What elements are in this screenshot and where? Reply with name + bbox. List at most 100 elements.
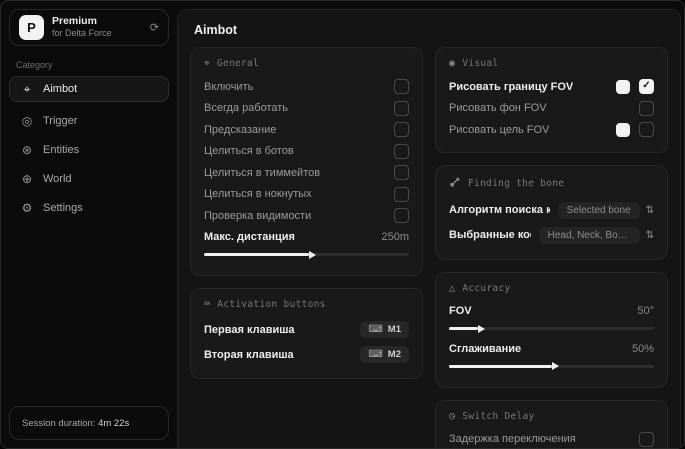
- keybind-label: Вторая клавиша: [204, 348, 294, 361]
- checkbox-checked[interactable]: ✓: [639, 79, 654, 95]
- checkbox[interactable]: [639, 122, 654, 138]
- checkbox[interactable]: [394, 143, 409, 159]
- smoothing-row: Сглаживание 50%: [449, 338, 654, 360]
- target-icon: ⌖: [204, 58, 210, 69]
- selected-bones-dropdown[interactable]: Head, Neck, Body, Pe...: [538, 226, 640, 244]
- fov-row: FOV 50°: [449, 301, 654, 323]
- slider-label: Макс. дистанция: [204, 231, 295, 244]
- keyboard-icon: ⌨: [204, 299, 211, 310]
- first-key-row: Первая клавиша ⌨ M1: [204, 317, 409, 342]
- panel-activation-buttons: ⌨ Activation buttons Первая клавиша ⌨ M1…: [190, 288, 423, 379]
- toggle-label: Целиться в ботов: [204, 145, 294, 158]
- eye-icon: ◉: [449, 58, 456, 69]
- refresh-icon[interactable]: ⟳: [150, 21, 159, 34]
- checkbox[interactable]: [394, 186, 409, 202]
- checkbox[interactable]: [394, 122, 409, 138]
- checkbox[interactable]: [394, 165, 409, 181]
- crosshair-icon: ⌖: [23, 81, 31, 96]
- toggle-label: Рисовать фон FOV: [449, 102, 547, 115]
- sidebar-item-label: Aimbot: [43, 83, 78, 95]
- trigger-icon: ◎: [21, 114, 33, 128]
- second-key-row: Вторая клавиша ⌨ M2: [204, 342, 409, 367]
- keybind-value: M1: [387, 324, 401, 335]
- panel-switch-delay: ◷ Switch Delay Задержка переключения Зад…: [435, 399, 668, 448]
- checkbox[interactable]: [639, 431, 654, 447]
- toggle-label: Проверка видимости: [204, 209, 312, 222]
- sidebar-item-entities[interactable]: ⊛ Entities: [9, 137, 169, 163]
- checkbox[interactable]: [394, 100, 409, 116]
- smoothing-slider[interactable]: [449, 364, 654, 368]
- sidebar: P Premium for Delta Force ⟳ Category ⌖ A…: [1, 1, 177, 448]
- slider-value: 50%: [631, 342, 654, 355]
- keyboard-icon: ⌨: [368, 348, 383, 360]
- category-label: Category: [16, 60, 53, 70]
- slider-fill: [204, 253, 309, 256]
- color-swatch[interactable]: [616, 79, 630, 94]
- slider-fill: [449, 327, 478, 330]
- globe-icon: ⊕: [21, 172, 33, 186]
- dropdown-label: Выбранные кос: [449, 229, 531, 241]
- entities-icon: ⊛: [21, 143, 33, 157]
- select-arrows-icon[interactable]: ⇅: [646, 205, 654, 216]
- toggle-label: Всегда работать: [204, 102, 289, 115]
- brand-card: P Premium for Delta Force ⟳: [9, 9, 169, 46]
- brand-title: Premium: [52, 15, 97, 28]
- toggle-row-target-bots: Целиться в ботов: [204, 141, 409, 163]
- bone-icon: [449, 176, 461, 191]
- app-window: P Premium for Delta Force ⟳ Category ⌖ A…: [0, 0, 685, 449]
- fov-slider[interactable]: [449, 327, 654, 330]
- slider-fill: [449, 364, 552, 368]
- panel-general: ⌖ General Включить Всегда работать Предс…: [190, 47, 423, 276]
- slider-label: Сглаживание: [449, 342, 522, 355]
- sidebar-item-trigger[interactable]: ◎ Trigger: [9, 108, 169, 134]
- brand-subtitle: for Delta Force: [52, 28, 112, 39]
- sidebar-item-world[interactable]: ⊕ World: [9, 166, 169, 192]
- bone-algorithm-dropdown[interactable]: Selected bone: [557, 201, 640, 219]
- gear-icon: ⚙: [21, 201, 33, 215]
- checkbox[interactable]: [639, 100, 654, 116]
- select-arrows-icon[interactable]: ⇅: [646, 230, 654, 241]
- panel-title: General: [216, 58, 260, 69]
- first-key-button[interactable]: ⌨ M1: [360, 321, 409, 338]
- slider-value: 250m: [381, 231, 409, 244]
- sidebar-item-aimbot[interactable]: ⌖ Aimbot: [9, 76, 169, 102]
- panel-visual: ◉ Visual Рисовать границу FOV ✓ Рисовать…: [435, 47, 668, 153]
- keybind-value: M2: [387, 349, 401, 360]
- session-value: 4m 22s: [98, 418, 130, 429]
- main-content: Aimbot ⌖ General Включить Всегда работат…: [177, 9, 681, 448]
- slider-label: FOV: [449, 305, 472, 318]
- toggle-label: Рисовать цель FOV: [449, 123, 550, 136]
- color-swatch[interactable]: [616, 122, 630, 137]
- panel-title: Activation buttons: [217, 299, 326, 310]
- toggle-row-enable: Включить: [204, 76, 409, 98]
- selected-bones-row: Выбранные кос Head, Neck, Body, Pe... ⇅: [449, 223, 654, 248]
- toggle-label: Целиться в тиммейтов: [204, 166, 321, 179]
- dropdown-label: Алгоритм поиска кост: [449, 204, 550, 216]
- session-duration: Session duration: 4m 22s: [9, 406, 169, 440]
- slider-value: 50°: [637, 305, 654, 318]
- toggle-row-target-knocked: Целиться в нокнутых: [204, 184, 409, 206]
- max-distance-row: Макс. дистанция 250m: [204, 227, 409, 249]
- draw-fov-background-row: Рисовать фон FOV: [449, 98, 654, 120]
- panel-title: Accuracy: [462, 282, 511, 294]
- triangle-icon: △: [449, 282, 456, 294]
- toggle-label: Предсказание: [204, 123, 277, 136]
- stopwatch-icon: ◷: [449, 410, 456, 422]
- checkbox[interactable]: [394, 208, 409, 224]
- keybind-label: Первая клавиша: [204, 323, 295, 336]
- sidebar-item-label: World: [43, 173, 72, 185]
- panel-finding-the-bone: Finding the bone Алгоритм поиска кост Se…: [435, 164, 668, 260]
- panel-title: Switch Delay: [462, 410, 535, 422]
- panel-accuracy: △ Accuracy FOV 50° Сглаживание 50%: [435, 271, 668, 388]
- sidebar-nav: ⌖ Aimbot ◎ Trigger ⊛ Entities ⊕ World ⚙ …: [9, 76, 169, 221]
- second-key-button[interactable]: ⌨ M2: [360, 346, 409, 363]
- toggle-label: Рисовать границу FOV: [449, 80, 574, 93]
- toggle-row-prediction: Предсказание: [204, 119, 409, 141]
- sidebar-item-label: Trigger: [43, 115, 78, 127]
- sidebar-item-label: Entities: [43, 144, 80, 156]
- checkbox[interactable]: [394, 79, 409, 95]
- toggle-label: Целиться в нокнутых: [204, 188, 312, 201]
- max-distance-slider[interactable]: [204, 253, 409, 256]
- page-title: Aimbot: [194, 23, 238, 37]
- sidebar-item-settings[interactable]: ⚙ Settings: [9, 195, 169, 221]
